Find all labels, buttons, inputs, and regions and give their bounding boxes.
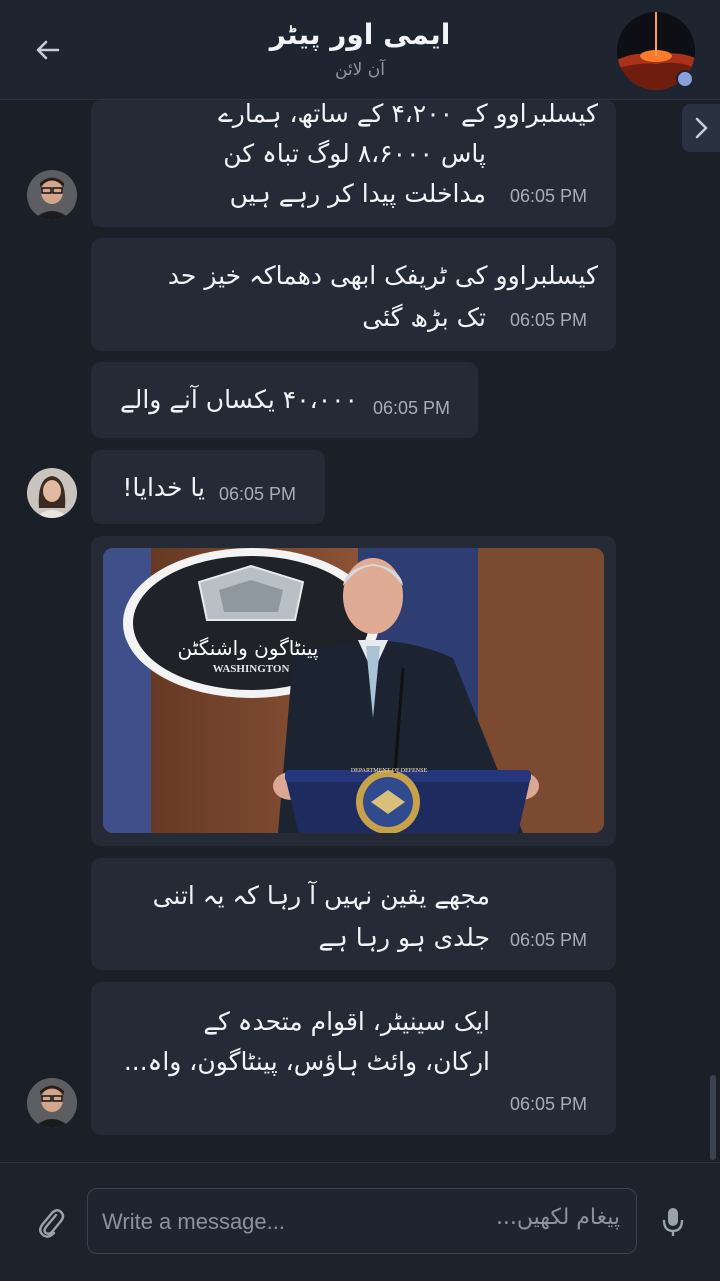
message-time: 06:05 PM (510, 1094, 588, 1114)
avatar-peter[interactable] (27, 170, 77, 220)
message-time: 06:05 PM (373, 398, 451, 418)
message-text: مداخلت پیدا کر رہے ہیں (229, 179, 486, 208)
placeholder-english: Write a message... (102, 1209, 285, 1234)
message-text: یا خدایا! (122, 473, 205, 502)
message-text: ایک سینیٹر، اقوام متحدہ کے (203, 1007, 490, 1036)
message-text: کیسلبراوو کے ۴،۲۰۰ کے ساتھ، ہمارے (218, 99, 598, 128)
chat-title: ایمی اور پیٹر (269, 18, 451, 51)
side-panel-toggle[interactable] (682, 104, 720, 152)
message-text: ارکان، وائٹ ہاؤس، پینٹاگون، واہ... (123, 1047, 490, 1076)
message-bubble[interactable]: ایک سینیٹر، اقوام متحدہ کے ارکان، وائٹ ہ… (91, 982, 616, 1135)
image-caption: پینٹاگون واشنگٹن (177, 636, 319, 660)
message-time: 06:05 PM (510, 186, 588, 206)
avatar-amy[interactable] (27, 468, 77, 518)
online-status: آن لائن (335, 60, 385, 80)
message-text: تک بڑھ گئی (362, 303, 486, 332)
chat-header: ایمی اور پیٹر آن لائن (0, 0, 720, 100)
microphone-button[interactable] (658, 1202, 688, 1242)
message-text: ۴۰،۰۰۰ یکساں آنے والے (120, 385, 358, 414)
message-bubble[interactable]: ۴۰،۰۰۰ یکساں آنے والے 06:05 PM (91, 362, 478, 438)
online-indicator (676, 70, 694, 88)
message-bubble[interactable]: کیسلبراوو کے ۴،۲۰۰ کے ساتھ، ہمارے پاس ۸،… (91, 99, 616, 227)
microphone-icon (662, 1208, 684, 1236)
pentagon-briefing-image[interactable]: پینٹاگون واشنگٹن WASHINGTON DEPARTMENT O… (103, 548, 604, 833)
message-time: 06:05 PM (510, 310, 588, 330)
message-time: 06:05 PM (219, 484, 297, 504)
chevron-right-icon (695, 117, 708, 139)
message-text: کیسلبراوو کی ٹریفک ابھی دھماکہ خیز حد (167, 261, 598, 290)
avatar-peter[interactable] (27, 1078, 77, 1128)
placeholder-urdu: پیغام لکھیں... (495, 1205, 620, 1230)
seal-text: WASHINGTON (212, 663, 290, 675)
paperclip-icon (39, 1209, 65, 1238)
scrollbar[interactable] (710, 1075, 716, 1160)
message-bubble[interactable]: یا خدایا! 06:05 PM (91, 450, 325, 524)
message-text: جلدی ہو رہا ہے (318, 923, 490, 952)
message-text: مجھے یقین نہیں آ رہا کہ یہ اتنی (152, 881, 490, 910)
podium-seal-text: DEPARTMENT OF DEFENSE (350, 768, 428, 774)
message-text: پاس ۸،۶۰۰۰ لوگ تباہ کن (223, 139, 486, 168)
attach-button[interactable] (36, 1206, 66, 1240)
message-time: 06:05 PM (510, 930, 588, 950)
message-bubble[interactable]: کیسلبراوو کی ٹریفک ابھی دھماکہ خیز حد تک… (91, 238, 616, 351)
message-input[interactable]: Write a message... پیغام لکھیں... (87, 1188, 637, 1254)
message-bubble[interactable]: مجھے یقین نہیں آ رہا کہ یہ اتنی جلدی ہو … (91, 858, 616, 970)
